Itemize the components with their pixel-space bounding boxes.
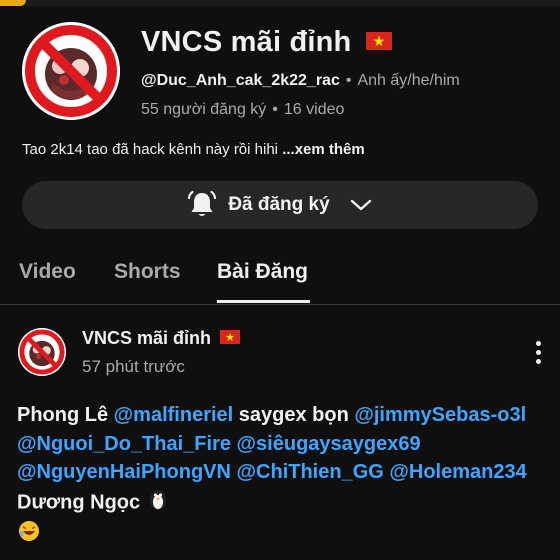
mention-link[interactable]: @malfineriel: [114, 404, 234, 426]
vietnam-flag-icon: [365, 32, 392, 51]
bell-icon: [188, 190, 217, 216]
mention-link[interactable]: @NguyenHaiPhongVN: [17, 461, 231, 483]
tab-posts[interactable]: Bài Đăng: [217, 260, 308, 284]
channel-description[interactable]: Tao 2k14 tao đã hack kênh này rồi hihi .…: [22, 141, 365, 158]
channel-handle: @Duc_Anh_cak_2k22_rac: [141, 72, 340, 89]
post-author-avatar[interactable]: [18, 328, 66, 376]
separator-dot: •: [345, 72, 352, 89]
channel-stats: 55 người đăng ký • 16 video: [141, 101, 344, 119]
video-count: 16 video: [283, 101, 345, 118]
mention-link[interactable]: @Nguoi_Do_Thai_Fire: [17, 433, 231, 455]
post-author-name[interactable]: VNCS mãi đỉnh: [82, 328, 241, 349]
prohibited-avatar-icon: [22, 22, 120, 120]
tab-shorts[interactable]: Shorts: [114, 260, 181, 284]
post-text: Dương Ngọc: [17, 491, 146, 514]
more-link[interactable]: ...xem thêm: [282, 141, 365, 158]
tab-video[interactable]: Video: [19, 260, 76, 284]
channel-tabs: Video Shorts Bài Đăng: [0, 250, 560, 305]
channel-title: VNCS mãi đỉnh: [141, 26, 392, 59]
subscribed-label: Đã đăng ký: [228, 194, 330, 215]
mention-link[interactable]: @siêugaysaygex69: [237, 433, 421, 455]
subscribed-button[interactable]: Đã đăng ký: [22, 181, 538, 229]
channel-pronouns: Anh ấy/he/him: [357, 72, 460, 89]
post-author-text: VNCS mãi đỉnh: [82, 328, 212, 348]
rolling-laughing-emoji: [17, 519, 41, 552]
description-text: Tao 2k14 tao đã hack kênh này rồi hihi: [22, 141, 279, 158]
chevron-down-icon: [350, 199, 371, 211]
prohibited-avatar-icon: [18, 328, 66, 376]
separator-dot: •: [272, 101, 278, 118]
channel-avatar[interactable]: [22, 22, 120, 120]
mention-link[interactable]: @ChiThien_GG: [237, 461, 384, 483]
post-timestamp: 57 phút trước: [82, 357, 185, 376]
post-text: saygex bọn: [233, 404, 355, 426]
active-tab-indicator: [217, 300, 310, 303]
channel-meta: @Duc_Anh_cak_2k22_rac • Anh ấy/he/him: [141, 72, 460, 90]
vietnam-flag-icon: [220, 330, 241, 345]
post-text: Phong Lê: [17, 404, 114, 426]
post-body: Phong Lê @malfineriel saygex bọn @jimmyS…: [17, 401, 547, 552]
penguin-emoji: [146, 487, 170, 520]
subscriber-count: 55 người đăng ký: [141, 101, 267, 118]
mention-link[interactable]: @Holeman234: [389, 461, 526, 483]
mention-link[interactable]: @jimmySebas-o3l: [354, 404, 526, 426]
channel-banner: [0, 0, 560, 6]
more-options-icon[interactable]: [528, 341, 548, 367]
